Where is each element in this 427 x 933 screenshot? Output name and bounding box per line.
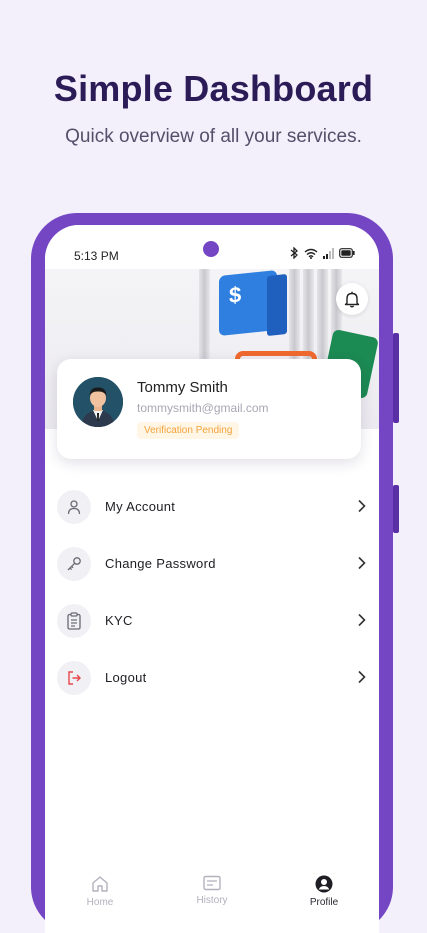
notification-button[interactable] [336,283,368,315]
promo-subline: Quick overview of all your services. [65,126,362,147]
signal-icon [323,247,334,259]
battery-icon [339,248,355,258]
clipboard-icon [57,604,91,638]
chevron-right-icon [358,556,366,570]
banner-slat [317,269,328,369]
promo-headline: Simple Dashboard [53,68,374,109]
camera-dot [203,241,219,257]
history-icon [203,875,221,891]
avatar [73,377,123,427]
nav-label: Home [86,897,114,908]
banner-card-symbol: $ [229,281,242,308]
side-button-volume [393,485,399,533]
status-badge: Verification Pending [137,422,240,439]
profile-email: tommysmith@gmail.com [137,401,269,415]
wifi-icon [304,248,318,259]
nav-item-history[interactable]: History [177,875,247,906]
menu-item-label: Change Password [105,556,216,571]
phone-frame: 5:13 PM $ Tommy Smith tommysmith@gmail.c… [31,213,399,933]
menu-item-label: Logout [105,670,147,685]
bottom-nav: Home History Profile [45,863,379,933]
menu-item-kyc[interactable]: KYC [45,601,379,641]
profile-name: Tommy Smith [137,379,228,396]
bell-icon [344,291,360,307]
menu-item-label: My Account [105,499,176,514]
nav-item-home[interactable]: Home [65,875,135,908]
home-icon [92,876,108,892]
status-time: 5:13 PM [74,249,119,263]
bluetooth-icon [290,247,298,259]
profile-icon [315,875,333,893]
key-icon [57,547,91,581]
menu-item-change-password[interactable]: Change Password [45,544,379,584]
user-icon [57,490,91,524]
nav-item-profile[interactable]: Profile [289,875,359,908]
chevron-right-icon [358,613,366,627]
profile-card[interactable]: Tommy Smith tommysmith@gmail.com Verific… [57,359,361,459]
chevron-right-icon [358,670,366,684]
chevron-right-icon [358,499,366,513]
phone-screen: 5:13 PM $ Tommy Smith tommysmith@gmail.c… [45,225,379,933]
nav-label: History [196,895,228,906]
logout-icon [57,661,91,695]
side-button-power [393,333,399,423]
menu-item-logout[interactable]: Logout [45,658,379,698]
status-bar: 5:13 PM [45,225,379,269]
nav-label: Profile [309,897,339,908]
banner-blue-card-side [267,273,287,337]
menu-item-label: KYC [105,613,133,628]
banner-slat [199,269,210,369]
menu-item-my-account[interactable]: My Account [45,487,379,527]
